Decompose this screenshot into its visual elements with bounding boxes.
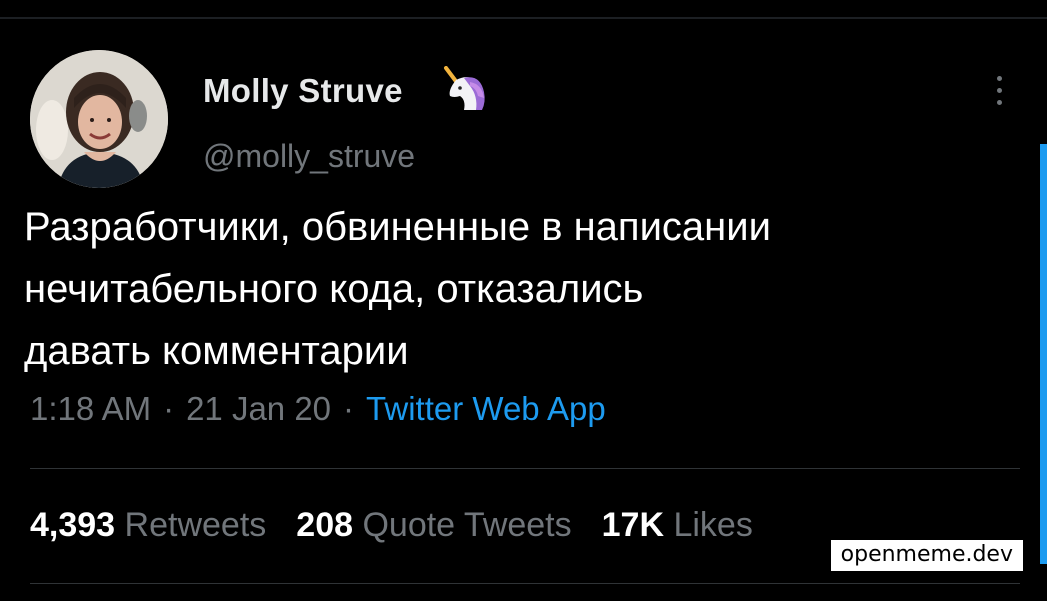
tweet-source[interactable]: Twitter Web App	[366, 390, 606, 427]
top-divider	[0, 17, 1047, 19]
meta-separator: ·	[343, 390, 355, 427]
divider	[30, 468, 1020, 469]
author-display-name[interactable]: Molly Struve	[203, 72, 403, 110]
likes-label: Likes	[673, 506, 753, 544]
retweets-count: 4,393	[30, 506, 116, 544]
tweet-text-line: Разработчики, обвиненные в написании	[24, 205, 771, 249]
likes-stat[interactable]: 17K Likes	[602, 506, 753, 544]
retweets-stat[interactable]: 4,393 Retweets	[30, 506, 266, 544]
author-handle[interactable]: @molly_struve	[203, 138, 415, 175]
watermark: openmeme.dev	[830, 540, 1023, 571]
quote-tweets-stat[interactable]: 208 Quote Tweets	[296, 506, 571, 544]
more-options-icon[interactable]	[990, 76, 1008, 112]
retweets-label: Retweets	[124, 506, 267, 544]
tweet-metadata: 1:18 AM · 21 Jan 20 · Twitter Web App	[30, 390, 606, 428]
tweet-text: Разработчики, обвиненные в написании неч…	[24, 196, 964, 382]
divider	[30, 583, 1020, 584]
tweet-text-line: давать комментарии	[24, 329, 409, 373]
unicorn-icon	[444, 66, 485, 110]
quote-tweets-count: 208	[296, 506, 354, 544]
tweet-stats: 4,393 Retweets 208 Quote Tweets 17K Likes	[30, 506, 783, 545]
tweet-time[interactable]: 1:18 AM	[30, 390, 151, 427]
tweet-date[interactable]: 21 Jan 20	[186, 390, 331, 427]
scrollbar[interactable]	[1040, 144, 1047, 564]
meta-separator: ·	[163, 390, 175, 427]
likes-count: 17K	[601, 506, 665, 544]
avatar-photo	[30, 50, 168, 188]
quote-tweets-label: Quote Tweets	[362, 506, 572, 544]
tweet-text-line: нечитабельного кода, отказались	[24, 267, 644, 311]
avatar[interactable]	[30, 50, 168, 188]
